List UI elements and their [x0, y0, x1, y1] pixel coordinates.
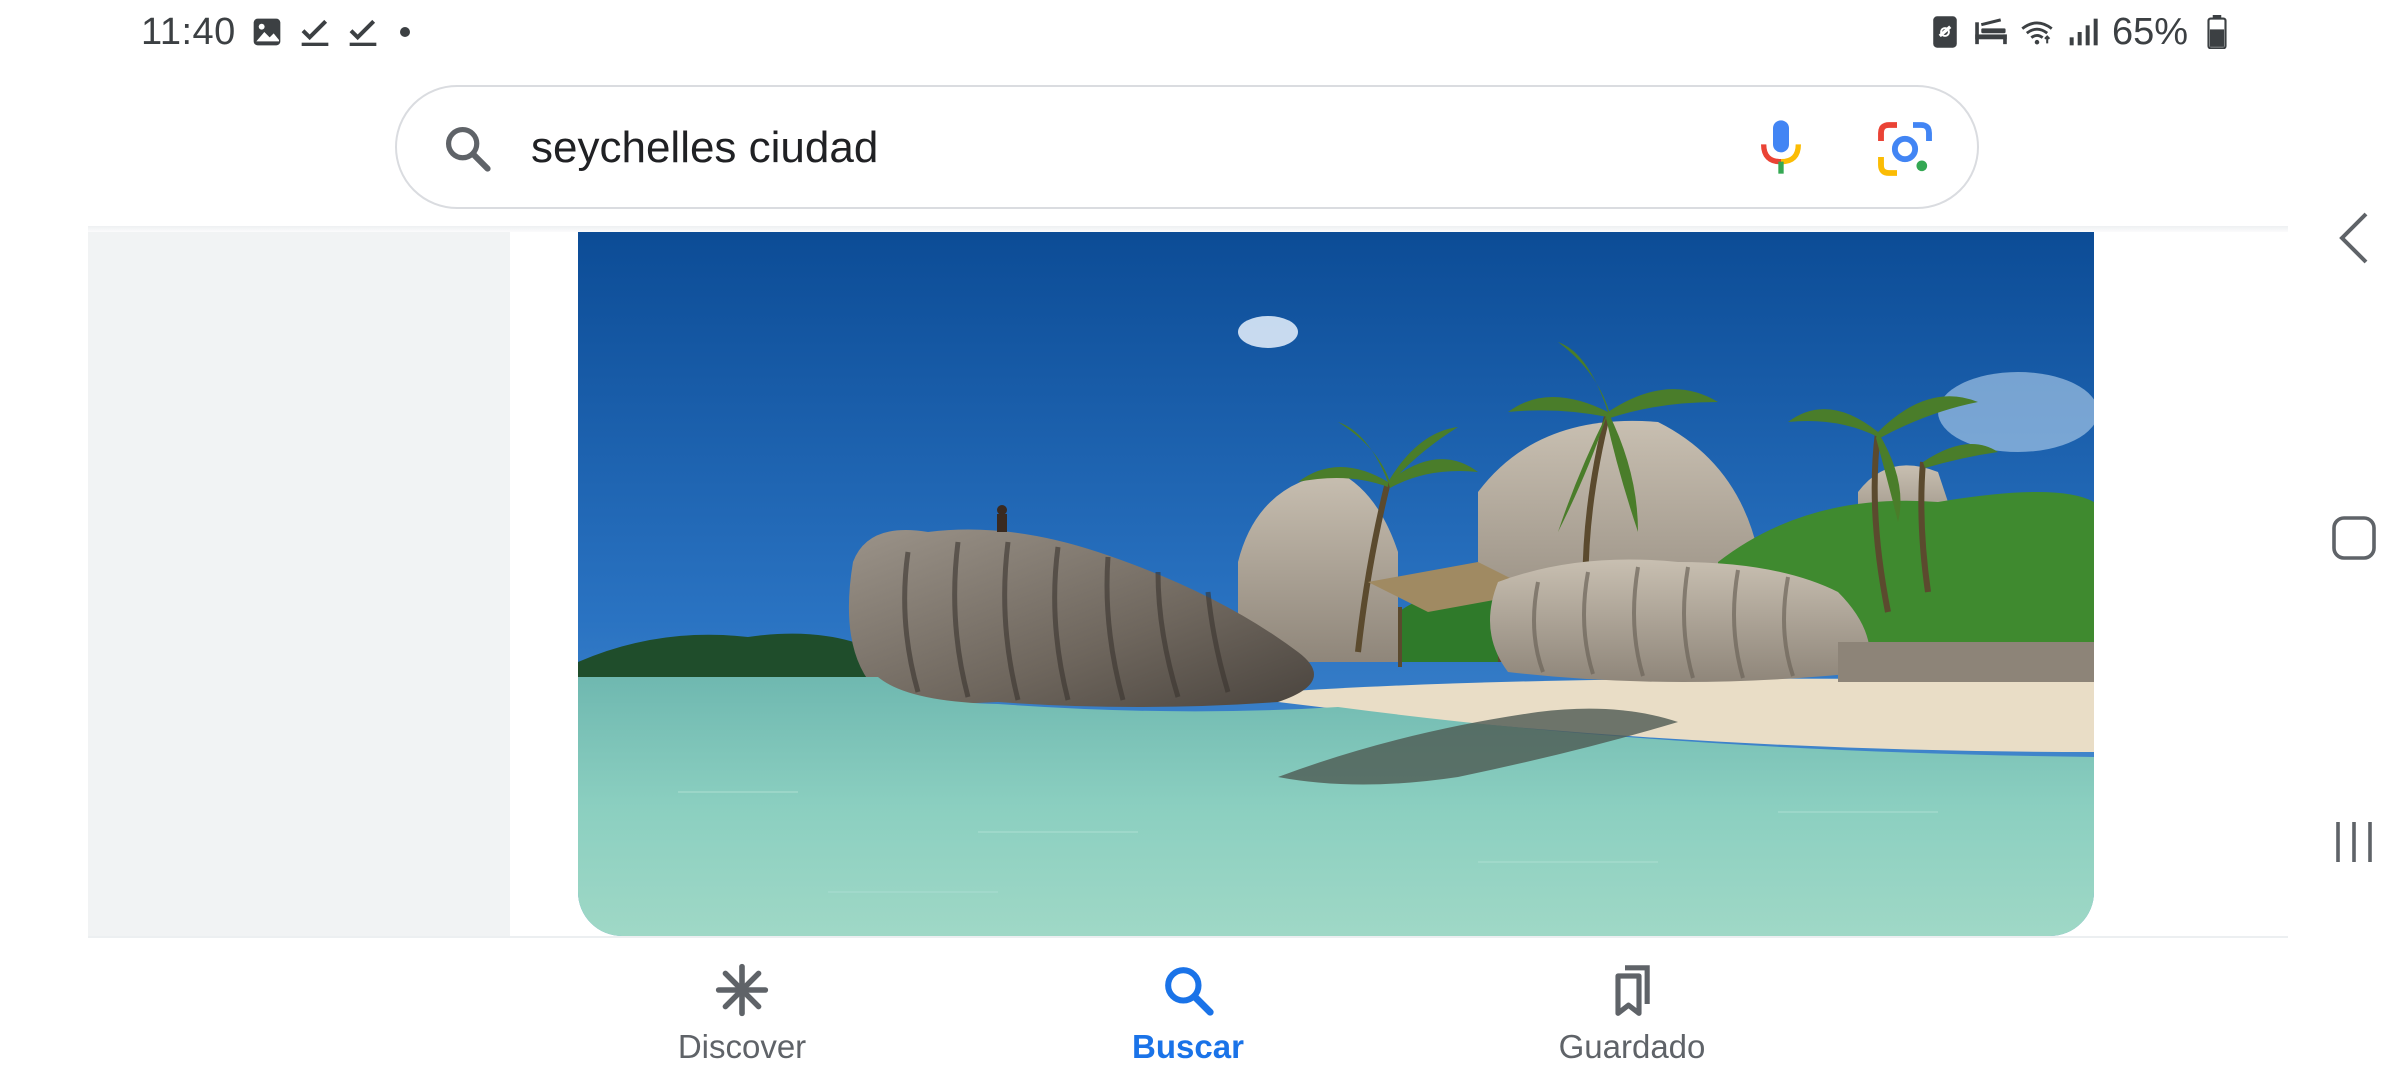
- check-icon: [298, 15, 332, 49]
- check-icon: [346, 15, 380, 49]
- nfc-icon: [1928, 15, 1962, 49]
- status-time: 11:40: [141, 10, 236, 53]
- google-lens-icon[interactable]: [1873, 117, 1937, 181]
- bed-icon: [1974, 15, 2008, 49]
- nav-discover[interactable]: Discover: [622, 960, 862, 1070]
- search-bar[interactable]: [395, 85, 1979, 209]
- bookmark-icon: [1602, 960, 1662, 1020]
- status-bar: 11:40 65%: [0, 0, 2400, 64]
- status-bar-left: 11:40: [141, 10, 410, 54]
- search-input[interactable]: [531, 117, 1531, 179]
- nav-guardado-label: Guardado: [1558, 1028, 1706, 1065]
- seychelles-beach-image[interactable]: [578, 232, 2094, 936]
- asterisk-icon: [712, 960, 772, 1020]
- gallery-icon: [250, 15, 284, 49]
- battery-icon: [2200, 15, 2234, 49]
- home-icon[interactable]: [2332, 516, 2376, 560]
- nav-buscar-label: Buscar: [1132, 1028, 1244, 1065]
- battery-percentage: 65%: [2111, 10, 2188, 53]
- nav-discover-label: Discover: [677, 1028, 807, 1065]
- status-bar-right: 65%: [1928, 10, 2234, 54]
- recent-apps-icon[interactable]: [2330, 818, 2378, 866]
- mic-icon[interactable]: [1749, 115, 1813, 179]
- wifi-icon: [2020, 15, 2054, 49]
- content-divider: [88, 936, 2288, 938]
- search-icon: [441, 122, 493, 174]
- signal-icon: [2066, 15, 2100, 49]
- back-icon[interactable]: [2336, 210, 2372, 266]
- search-icon: [1158, 960, 1218, 1020]
- nav-buscar[interactable]: Buscar: [1068, 960, 1308, 1070]
- left-panel: [88, 232, 510, 936]
- nav-guardado[interactable]: Guardado: [1512, 960, 1752, 1070]
- dot-icon: [399, 27, 410, 37]
